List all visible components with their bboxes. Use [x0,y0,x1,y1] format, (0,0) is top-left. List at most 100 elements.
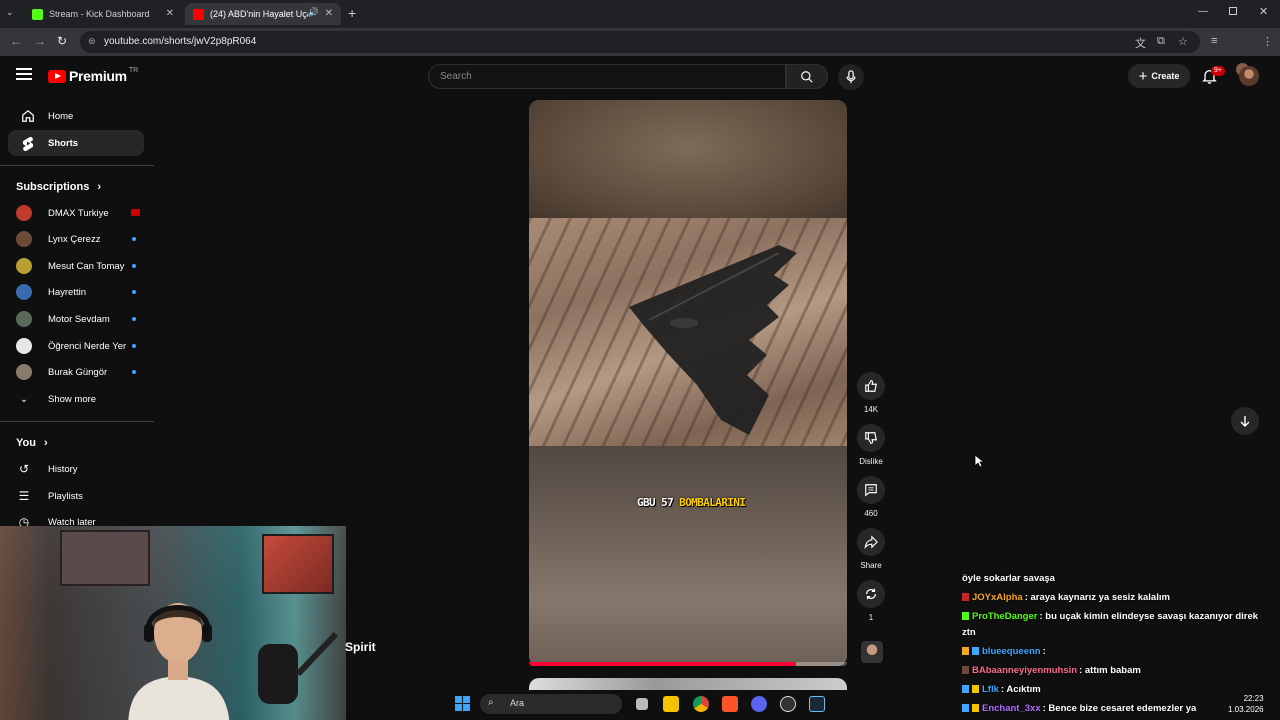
tab-title: Stream - Kick Dashboard [49,9,150,19]
comment-count: 460 [864,509,878,518]
close-tab-icon[interactable]: ✕ [166,8,174,19]
forward-icon[interactable]: → [34,34,46,48]
chat-text: : [1042,646,1046,657]
create-button[interactable]: + Create [1128,64,1190,88]
remix-action[interactable]: 1 [857,580,885,622]
channel-avatar [16,311,32,327]
channel-name: Mesut Can Tomay [48,260,125,272]
subscription-item[interactable]: Lynx Çerezz [16,229,136,249]
site-info-icon[interactable]: ⊜ [88,36,96,47]
new-tab-button[interactable]: + [348,5,356,21]
tab-title: (24) ABD'nin Hayalet Uçağı [210,9,308,19]
comments-action[interactable]: 460 [857,476,885,518]
badge-icon [962,612,969,620]
short-video-player[interactable] [529,100,847,666]
region-code: TR [128,66,139,74]
channel-avatar [16,338,32,354]
like-button[interactable] [857,372,885,400]
voice-search-button[interactable] [838,64,864,90]
chat-message: öyle sokarlar savaşa [962,573,1055,584]
remix-button[interactable] [857,580,885,608]
chat-message: JOYxAlpha: araya kaynarız ya sesiz kalal… [962,592,1170,603]
dislike-button[interactable] [857,424,885,452]
task-view-icon[interactable] [636,698,648,710]
restore-icon[interactable] [1229,7,1237,15]
chrome-menu-icon[interactable]: ⋮ [1262,35,1273,48]
search-button[interactable] [786,64,828,89]
audio-playing-icon[interactable]: 🔊 [308,7,319,18]
mouse-cursor-icon [974,454,984,468]
media-controls-icon[interactable]: ≡ [1211,35,1217,47]
share-label: Share [860,561,882,570]
sidebar-item-label: Home [48,110,74,122]
clock-date: 1.03.2026 [1228,705,1264,714]
channel-avatar [16,258,32,274]
progress-fill [529,662,797,666]
subscription-item[interactable]: Mesut Can Tomay [16,256,136,276]
minimize-icon[interactable]: — [1198,6,1208,17]
chat-text: : attım babam [1079,665,1141,676]
microphone-arm-image [258,631,338,704]
comments-button[interactable] [857,476,885,504]
badge-icon [962,666,969,674]
account-avatar[interactable] [1239,66,1259,86]
taskbar-search[interactable]: ⌕ Ara [480,694,622,714]
subscription-item[interactable]: Öğrenci Nerde Yer [16,336,136,356]
sidebar-item-history[interactable]: ↺ History [16,459,136,479]
badge-icon [962,593,969,601]
reload-icon[interactable]: ↻ [57,34,67,48]
translate-icon[interactable]: 文 [1135,35,1146,51]
search-input[interactable]: Search [428,64,786,89]
channel-name: DMAX Turkiye [48,207,109,219]
short-channel-avatar[interactable] [861,641,883,663]
show-more-button[interactable]: ⌄ Show more [16,389,136,409]
sidebar-item-playlists[interactable]: ☰ Playlists [16,486,136,506]
share-action[interactable]: Share [857,528,885,570]
youtube-premium-logo[interactable]: Premium TR [48,66,139,84]
subscriptions-heading[interactable]: Subscriptions › [16,181,101,193]
subscription-item[interactable]: Motor Sevdam [16,309,136,329]
sidebar-item-home[interactable]: Home [8,103,144,129]
new-content-dot [132,290,136,294]
you-heading[interactable]: You › [16,437,48,449]
brave-icon[interactable] [722,696,738,712]
share-button[interactable] [857,528,885,556]
close-window-icon[interactable]: ✕ [1259,5,1268,18]
like-count: 14K [863,405,879,414]
install-icon[interactable]: ⧉ [1157,35,1165,48]
dislike-label: Dislike [859,457,883,466]
discord-icon[interactable] [751,696,767,712]
like-action[interactable]: 14K [857,372,885,414]
new-content-dot [132,370,136,374]
steam-icon[interactable] [809,696,825,712]
dislike-action[interactable]: Dislike [857,424,885,466]
guide-menu-icon[interactable] [16,68,32,84]
chrome-icon[interactable] [693,696,709,712]
search-icon: ⌕ [488,697,494,708]
bookmark-star-icon[interactable]: ☆ [1178,35,1188,48]
video-progress-bar[interactable] [529,662,847,666]
logo-text: Premium [69,68,127,84]
chat-message: blueequeenn: [962,646,1046,657]
close-tab-icon[interactable]: ✕ [325,8,333,19]
next-short-button[interactable] [1231,407,1259,435]
tab-kick-dashboard[interactable]: Stream - Kick Dashboard ✕ [24,3,182,25]
obs-icon[interactable] [780,696,796,712]
windows-start-icon[interactable] [455,696,470,711]
home-icon [8,109,48,123]
back-icon[interactable]: ← [10,34,22,48]
chat-text: ztn [962,627,976,638]
url-field[interactable]: ⊜ youtube.com/shorts/jwV2p8pR064 [80,31,1200,53]
new-content-dot [132,344,136,348]
show-more-label: Show more [48,393,97,405]
subscription-item[interactable]: Burak Güngör [16,362,136,382]
tab-youtube-short[interactable]: (24) ABD'nin Hayalet Uçağı 🔊 ✕ [185,3,341,25]
file-explorer-icon[interactable] [663,696,679,712]
sidebar-item-shorts[interactable]: Shorts [8,130,144,156]
chat-username: blueequeenn [982,646,1041,657]
taskbar-search-label: Ara [510,698,525,708]
channel-avatar [16,284,32,300]
tab-list-icon[interactable]: ⌄ [6,7,14,18]
subscription-item[interactable]: Hayrettin [16,282,136,302]
subscription-item[interactable]: DMAX Turkiye [16,203,140,223]
